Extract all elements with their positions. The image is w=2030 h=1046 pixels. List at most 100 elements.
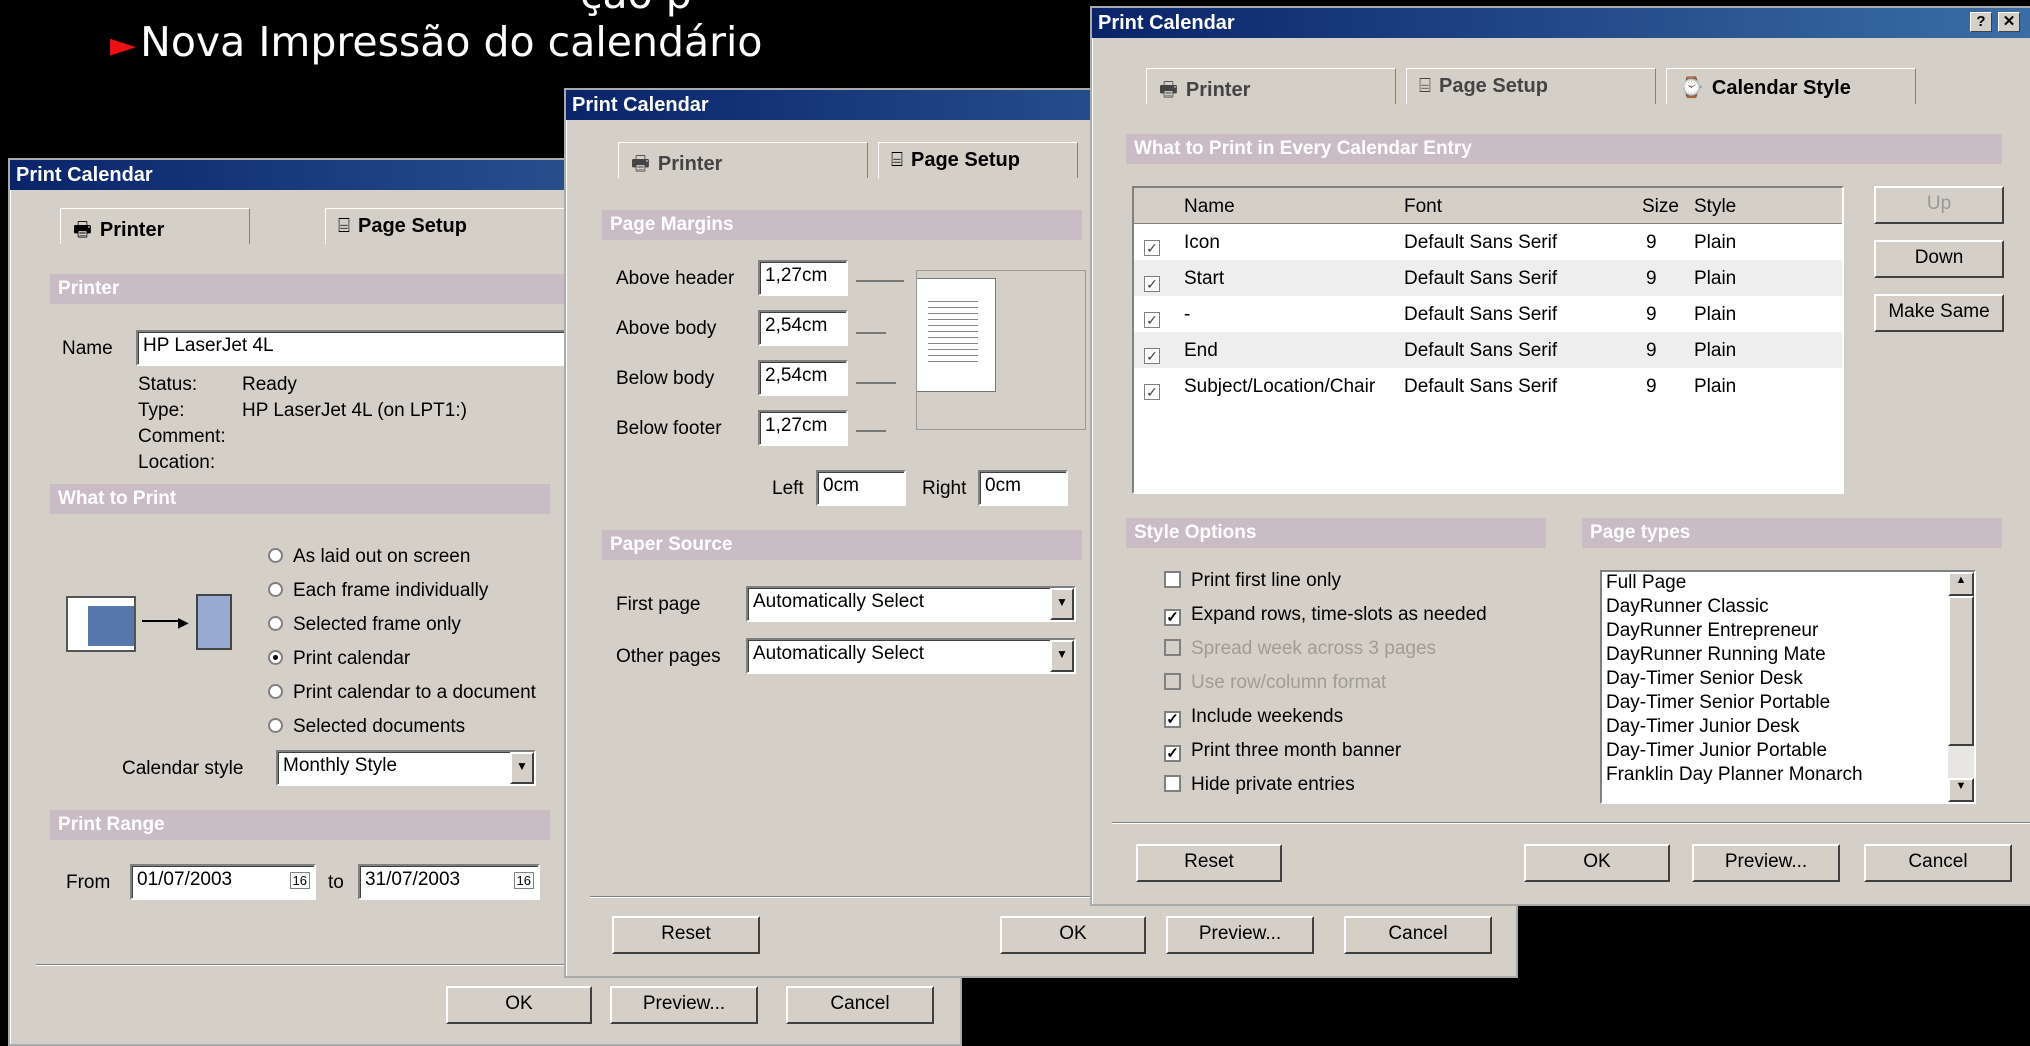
list-item[interactable]: DayRunner Entrepreneur	[1602, 620, 1974, 644]
column-style[interactable]: Style	[1694, 196, 1736, 218]
up-button[interactable]: Up	[1874, 186, 2004, 224]
row-style: Plain	[1694, 304, 1737, 325]
tab-page-setup[interactable]: ⌸ Page Setup	[1406, 68, 1656, 104]
location-label: Location:	[138, 452, 216, 473]
first-page-select[interactable]: Automatically Select ▼	[746, 586, 1076, 622]
cancel-button[interactable]: Cancel	[1864, 844, 2012, 882]
list-item[interactable]: Day-Timer Senior Desk	[1602, 668, 1974, 692]
scroll-up-icon[interactable]: ▲	[1948, 572, 1974, 596]
row-font: Default Sans Serif	[1404, 376, 1558, 397]
name-label: Name	[62, 338, 113, 359]
list-item[interactable]: Day-Timer Senior Portable	[1602, 692, 1974, 716]
row-style: Plain	[1694, 340, 1737, 361]
option-label: Expand rows, time-slots as needed	[1191, 604, 1487, 625]
reset-button[interactable]: Reset	[612, 916, 760, 954]
below-body-field[interactable]: 2,54cm	[758, 360, 848, 396]
tab-printer[interactable]: 🖶 Printer	[60, 208, 250, 244]
above-body-field[interactable]: 2,54cm	[758, 310, 848, 346]
section-style-options: Style Options	[1126, 518, 1546, 548]
scrollbar[interactable]: ▲ ▼	[1948, 572, 1974, 802]
option-expand-rows[interactable]: ✓ Expand rows, time-slots as needed	[1164, 604, 1487, 626]
option-label: Use row/column format	[1191, 672, 1387, 693]
option-hide-private[interactable]: Hide private entries	[1164, 774, 1355, 796]
calendar-style-select[interactable]: Monthly Style ▼	[276, 750, 536, 786]
type-value: HP LaserJet 4L (on LPT1:)	[242, 400, 467, 421]
calendar-icon[interactable]: 16	[289, 872, 310, 889]
from-date-field[interactable]: 01/07/2003 16	[130, 864, 316, 900]
list-item[interactable]: Day-Timer Junior Portable	[1602, 740, 1974, 764]
row-font: Default Sans Serif	[1404, 304, 1558, 325]
table-row[interactable]: ✓ End Default Sans Serif 9 Plain	[1134, 332, 1842, 368]
tab-page-setup-label: Page Setup	[911, 149, 1020, 171]
calendar-style-icon: ⌚	[1679, 77, 1704, 99]
table-header: Name Font Size Style	[1134, 188, 1842, 224]
radio-as-laid-out[interactable]: As laid out on screen	[268, 546, 470, 568]
down-button[interactable]: Down	[1874, 240, 2004, 278]
reset-button[interactable]: Reset	[1136, 844, 1282, 882]
other-pages-select[interactable]: Automatically Select ▼	[746, 638, 1076, 674]
table-row[interactable]: ✓ Icon Default Sans Serif 9 Plain	[1134, 224, 1842, 260]
radio-print-to-document[interactable]: Print calendar to a document	[268, 682, 536, 704]
scroll-down-icon[interactable]: ▼	[1948, 778, 1974, 802]
cancel-button[interactable]: Cancel	[1344, 916, 1492, 954]
radio-each-frame[interactable]: Each frame individually	[268, 580, 488, 602]
row-size: 9	[1646, 340, 1657, 361]
table-row[interactable]: ✓ Subject/Location/Chair Default Sans Seri…	[1134, 368, 1842, 404]
option-three-month-banner[interactable]: ✓ Print three month banner	[1164, 740, 1401, 762]
left-margin-field[interactable]: 0cm	[816, 470, 906, 506]
tab-page-setup[interactable]: ⌸ Page Setup	[325, 208, 575, 244]
tab-printer[interactable]: 🖶 Printer	[618, 142, 868, 178]
to-date-field[interactable]: 31/07/2003 16	[358, 864, 540, 900]
tab-printer[interactable]: 🖶 Printer	[1146, 68, 1396, 104]
list-item[interactable]: Franklin Day Planner Monarch	[1602, 764, 1974, 788]
radio-selected-frame[interactable]: Selected frame only	[268, 614, 461, 636]
radio-print-calendar[interactable]: Print calendar	[268, 648, 410, 670]
list-item[interactable]: DayRunner Classic	[1602, 596, 1974, 620]
preview-button[interactable]: Preview...	[1692, 844, 1840, 882]
option-include-weekends[interactable]: ✓ Include weekends	[1164, 706, 1343, 728]
list-item[interactable]: DayRunner Running Mate	[1602, 644, 1974, 668]
ok-button[interactable]: OK	[1524, 844, 1670, 882]
close-icon[interactable]: ✕	[1998, 12, 2020, 32]
radio-selected-documents[interactable]: Selected documents	[268, 716, 465, 738]
above-header-field[interactable]: 1,27cm	[758, 260, 848, 296]
calendar-icon[interactable]: 16	[513, 872, 534, 889]
table-row[interactable]: ✓ - Default Sans Serif 9 Plain	[1134, 296, 1842, 332]
page-types-list[interactable]: Full Page DayRunner Classic DayRunner En…	[1600, 570, 1976, 804]
radio-label: Each frame individually	[293, 580, 489, 601]
help-icon[interactable]: ?	[1970, 12, 1992, 32]
row-font: Default Sans Serif	[1404, 340, 1558, 361]
list-item[interactable]: Full Page	[1602, 572, 1974, 596]
page-setup-icon: ⌸	[891, 149, 903, 171]
printer-name-field[interactable]: HP LaserJet 4L	[136, 330, 576, 366]
make-same-button[interactable]: Make Same	[1874, 294, 2004, 332]
preview-button[interactable]: Preview...	[610, 986, 758, 1024]
column-size[interactable]: Size	[1642, 196, 1679, 218]
column-name[interactable]: Name	[1184, 196, 1235, 218]
tab-page-setup[interactable]: ⌸ Page Setup	[878, 142, 1078, 178]
ok-button[interactable]: OK	[1000, 916, 1146, 954]
preview-button[interactable]: Preview...	[1166, 916, 1314, 954]
list-item[interactable]: Day-Timer Junior Desk	[1602, 716, 1974, 740]
radio-label: Selected frame only	[293, 614, 461, 635]
printer-icon: 🖶	[1159, 79, 1178, 101]
table-row[interactable]: ✓ Start Default Sans Serif 9 Plain	[1134, 260, 1842, 296]
left-margin-label: Left	[772, 478, 804, 499]
entry-table[interactable]: Name Font Size Style ✓ Icon Default Sans S…	[1132, 186, 1844, 494]
cancel-button[interactable]: Cancel	[786, 986, 934, 1024]
slide-bullet: ►Nova Impressão do calendário	[110, 18, 762, 66]
page-preview-diagram	[856, 270, 1086, 450]
below-footer-field[interactable]: 1,27cm	[758, 410, 848, 446]
other-pages-label: Other pages	[616, 646, 721, 667]
option-spread-week[interactable]: Spread week across 3 pages	[1164, 638, 1436, 660]
right-margin-field[interactable]: 0cm	[978, 470, 1068, 506]
ok-button[interactable]: OK	[446, 986, 592, 1024]
column-font[interactable]: Font	[1404, 196, 1442, 218]
option-row-column-format[interactable]: Use row/column format	[1164, 672, 1386, 694]
row-name: -	[1184, 304, 1191, 325]
tab-calendar-style[interactable]: ⌚ Calendar Style	[1666, 68, 1916, 104]
option-print-first-line[interactable]: Print first line only	[1164, 570, 1341, 592]
slide-partial-title: ção p	[580, 0, 692, 18]
scroll-thumb[interactable]	[1948, 596, 1974, 746]
radio-label: Print calendar	[293, 648, 411, 669]
